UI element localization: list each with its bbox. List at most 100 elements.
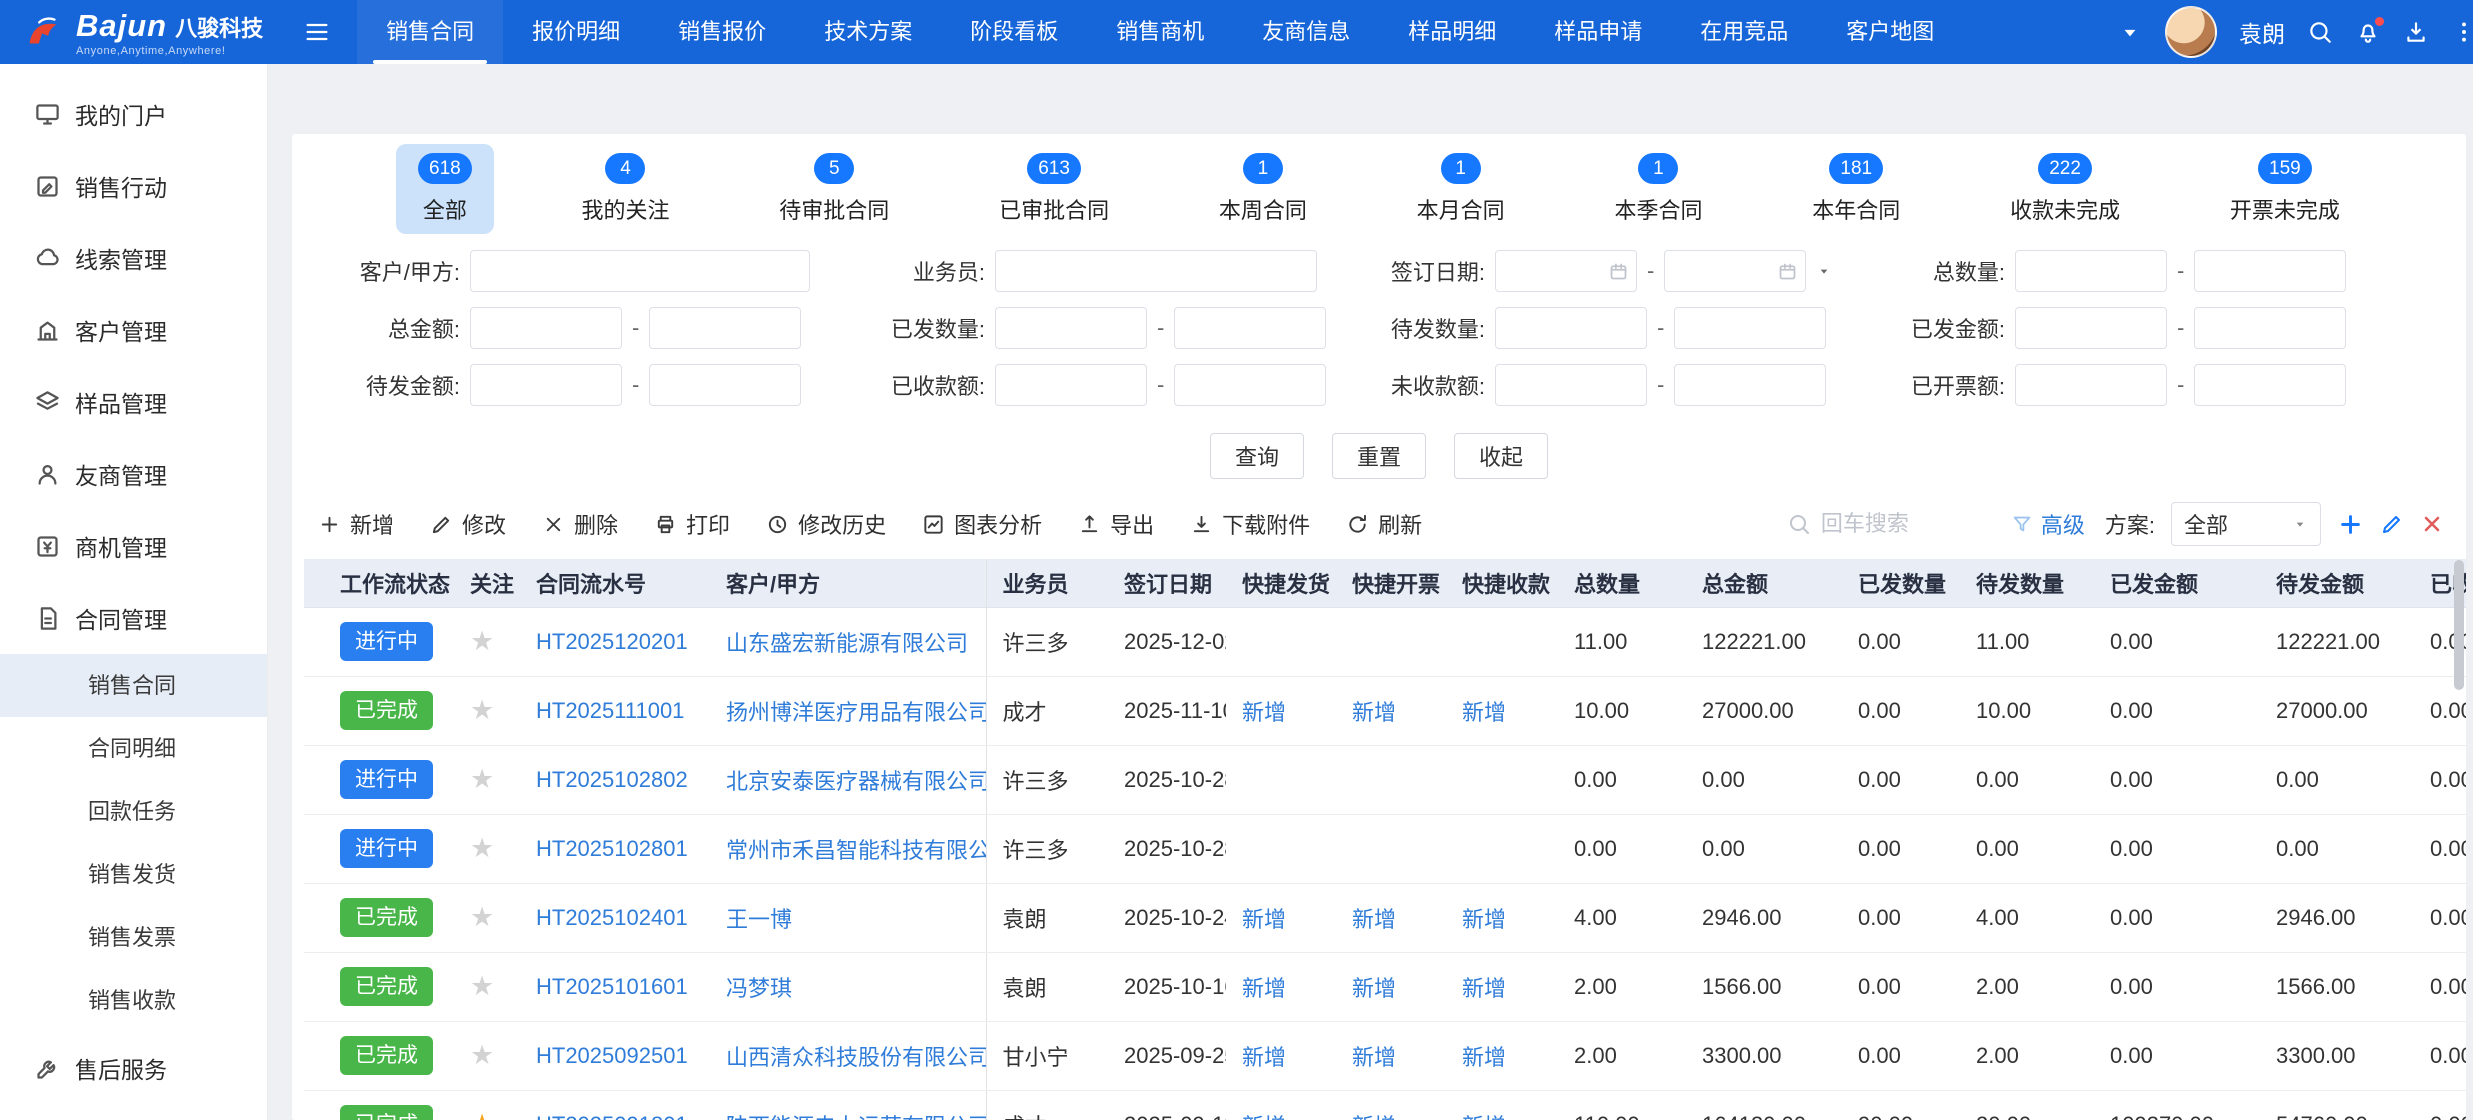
sidebar-subitem-销售收款[interactable]: 销售收款 [0,969,267,1032]
plan-select[interactable]: 全部 [2171,502,2321,546]
contract-no-link[interactable]: HT2025091801 [536,1112,688,1120]
contract-no-link[interactable]: HT2025102801 [536,836,688,861]
quick-add-link[interactable]: 新增 [1462,1045,1506,1070]
search-input[interactable] [1821,511,1991,537]
contract-no-link[interactable]: HT2025101601 [536,974,688,999]
quick-add-link[interactable]: 新增 [1462,700,1506,725]
edit-plan-button[interactable] [2380,512,2404,536]
quick-add-link[interactable]: 新增 [1352,976,1396,1001]
top-tab-销售商机[interactable]: 销售商机 [1087,0,1233,64]
star-icon[interactable]: ★ [470,1040,494,1070]
filter-input[interactable] [995,364,1147,406]
sidebar-item-友商管理[interactable]: 友商管理 [0,438,267,510]
sidebar-subitem-回款任务[interactable]: 回款任务 [0,780,267,843]
quick-add-link[interactable]: 新增 [1462,976,1506,1001]
sidebar-item-客户管理[interactable]: 客户管理 [0,294,267,366]
filter-input[interactable] [1674,307,1826,349]
table-row[interactable]: 已完成★HT2025101601冯梦琪袁朗2025-10-16新增新增新增2.0… [304,952,2466,1021]
filter-button-重置[interactable]: 重置 [1332,433,1426,479]
sidebar-item-售后服务[interactable]: 售后服务 [0,1032,267,1104]
customer-link[interactable]: 冯梦琪 [726,976,792,1001]
star-icon[interactable]: ★ [470,1109,494,1120]
stat-开票未完成[interactable]: 159开票未完成 [2208,144,2362,234]
toolbar-button-新增[interactable]: 新增 [318,508,394,540]
filter-input[interactable] [470,250,810,292]
stat-已审批合同[interactable]: 613已审批合同 [977,144,1131,234]
stat-待审批合同[interactable]: 5待审批合同 [757,144,911,234]
toolbar-button-打印[interactable]: 打印 [654,508,730,540]
sidebar-item-合同管理[interactable]: 合同管理 [0,582,267,654]
close-plan-button[interactable] [2420,512,2444,536]
sidebar-item-样品管理[interactable]: 样品管理 [0,366,267,438]
star-icon[interactable]: ★ [470,971,494,1001]
quick-add-link[interactable]: 新增 [1242,700,1286,725]
user-name[interactable]: 袁朗 [2239,15,2285,49]
vertical-scrollbar[interactable] [2454,560,2464,690]
star-icon[interactable]: ★ [470,764,494,794]
toolbar-button-修改[interactable]: 修改 [430,508,506,540]
avatar[interactable] [2165,6,2217,58]
filter-input[interactable] [1174,307,1326,349]
star-icon[interactable]: ★ [470,695,494,725]
quick-add-link[interactable]: 新增 [1352,1045,1396,1070]
filter-input[interactable] [1495,364,1647,406]
customer-link[interactable]: 山西清众科技股份有限公司 [726,1045,986,1070]
filter-input[interactable] [2015,250,2167,292]
quick-add-link[interactable]: 新增 [1352,907,1396,932]
filter-input[interactable] [470,307,622,349]
quick-add-link[interactable]: 新增 [1242,907,1286,932]
contract-no-link[interactable]: HT2025102401 [536,905,688,930]
star-icon[interactable]: ★ [470,833,494,863]
table-row[interactable]: 已完成★HT2025102401王一博袁朗2025-10-24新增新增新增4.0… [304,883,2466,952]
customer-link[interactable]: 山东盛宏新能源有限公司 [726,631,968,656]
table-row[interactable]: 进行中★HT2025102801常州市禾昌智能科技有限公司许三多2025-10-… [304,814,2466,883]
toolbar-button-导出[interactable]: 导出 [1078,508,1154,540]
add-plan-button[interactable] [2337,511,2364,538]
quick-add-link[interactable]: 新增 [1242,1045,1286,1070]
top-tab-友商信息[interactable]: 友商信息 [1233,0,1379,64]
filter-input[interactable] [995,307,1147,349]
star-icon[interactable]: ★ [470,626,494,656]
caret-down-icon[interactable] [1816,263,1832,279]
star-icon[interactable]: ★ [470,902,494,932]
filter-button-收起[interactable]: 收起 [1454,433,1548,479]
filter-input[interactable] [470,364,622,406]
quick-add-link[interactable]: 新增 [1242,1114,1286,1120]
stat-全部[interactable]: 618全部 [396,144,494,234]
sidebar-item-商机管理[interactable]: 商机管理 [0,510,267,582]
top-tab-技术方案[interactable]: 技术方案 [795,0,941,64]
toolbar-button-刷新[interactable]: 刷新 [1346,508,1422,540]
top-tab-客户地图[interactable]: 客户地图 [1817,0,1963,64]
toolbar-button-删除[interactable]: 删除 [542,508,618,540]
app-logo[interactable]: Bajun 八骏科技 Anyone,Anytime,Anywhere! [20,8,263,57]
stat-本年合同[interactable]: 181本年合同 [1790,144,1922,234]
filter-input[interactable] [2194,364,2346,406]
table-row[interactable]: 进行中★HT2025102802北京安泰医疗器械有限公司许三多2025-10-2… [304,745,2466,814]
customer-link[interactable]: 常州市禾昌智能科技有限公司 [726,838,986,863]
top-tab-销售报价[interactable]: 销售报价 [649,0,795,64]
filter-input[interactable] [2015,364,2167,406]
contract-no-link[interactable]: HT2025102802 [536,767,688,792]
sidebar-item-销售行动[interactable]: 销售行动 [0,150,267,222]
top-tab-在用竞品[interactable]: 在用竞品 [1671,0,1817,64]
sidebar-subitem-合同明细[interactable]: 合同明细 [0,717,267,780]
nav-overflow-caret-icon[interactable] [2117,19,2143,45]
filter-input[interactable] [649,307,801,349]
sidebar-subitem-销售合同[interactable]: 销售合同 [0,654,267,717]
filter-input[interactable] [2194,307,2346,349]
bell-icon[interactable] [2355,19,2381,45]
quick-add-link[interactable]: 新增 [1242,976,1286,1001]
filter-input[interactable] [1174,364,1326,406]
sidebar-item-线索管理[interactable]: 线索管理 [0,222,267,294]
contract-no-link[interactable]: HT2025120201 [536,629,688,654]
advanced-filter-button[interactable]: 高级 [2011,508,2085,540]
table-row[interactable]: 已完成★HT2025092501山西清众科技股份有限公司甘小宁2025-09-2… [304,1021,2466,1090]
top-tab-样品明细[interactable]: 样品明细 [1379,0,1525,64]
stat-本月合同[interactable]: 1本月合同 [1395,144,1527,234]
customer-link[interactable]: 北京安泰医疗器械有限公司 [726,769,986,794]
sidebar-item-我的门户[interactable]: 我的门户 [0,78,267,150]
quick-add-link[interactable]: 新增 [1462,1114,1506,1120]
filter-input[interactable] [995,250,1317,292]
filter-input[interactable] [1674,364,1826,406]
stat-本季合同[interactable]: 1本季合同 [1592,144,1724,234]
